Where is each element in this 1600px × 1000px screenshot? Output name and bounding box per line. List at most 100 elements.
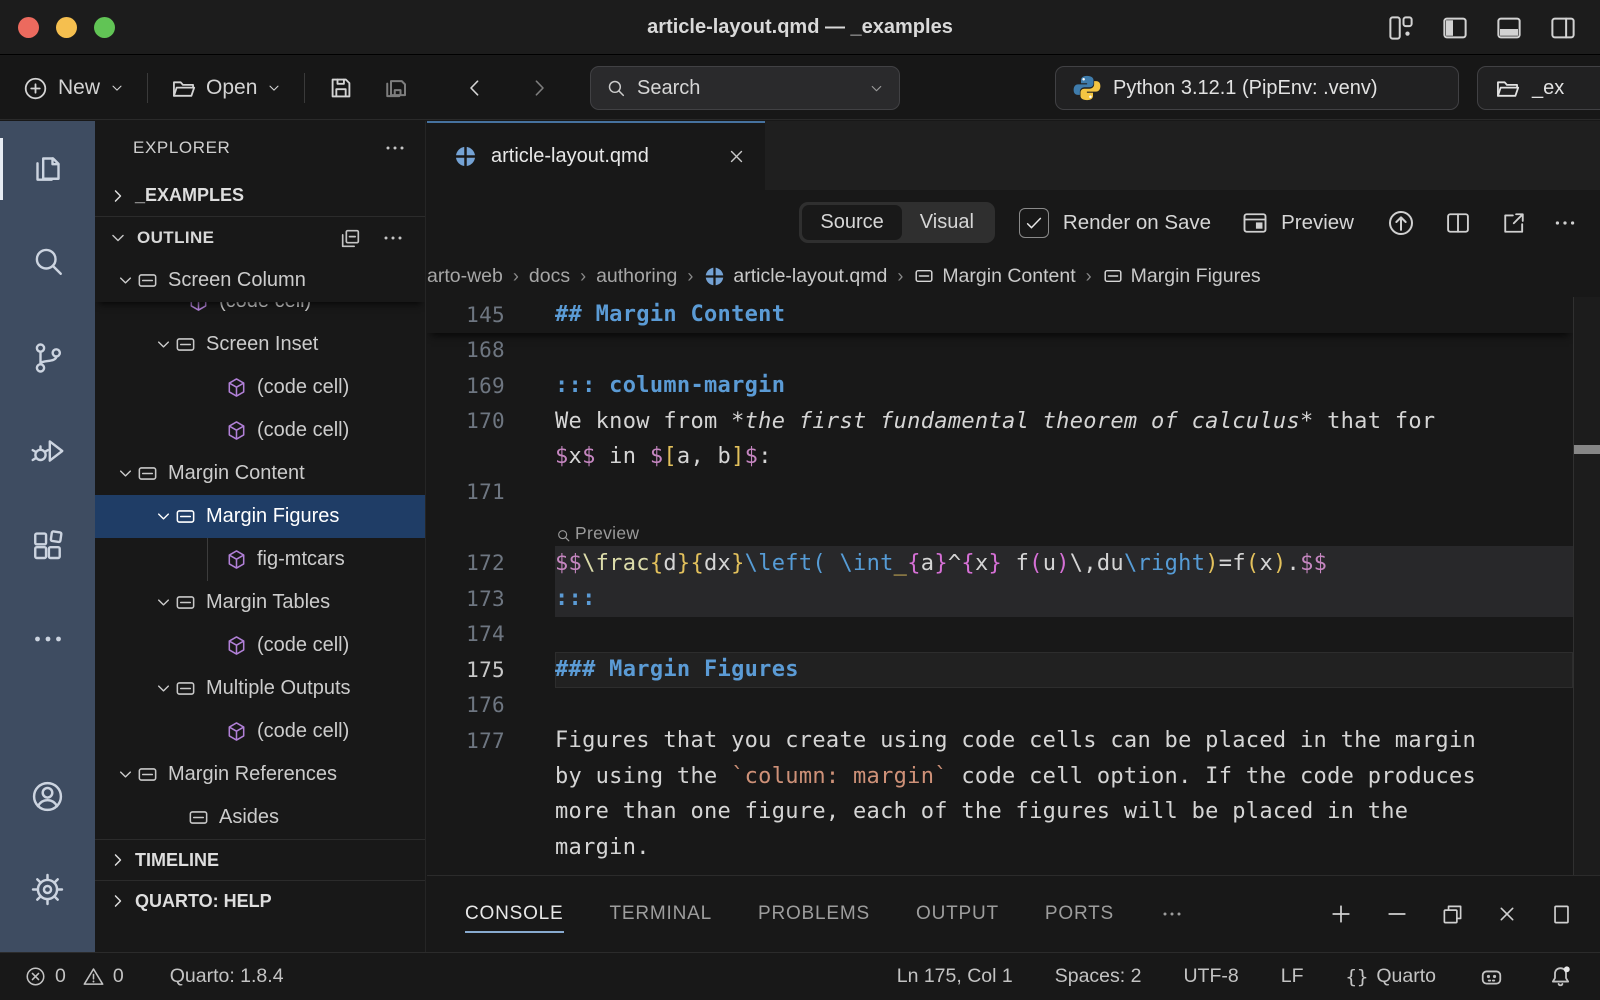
source-mode-button[interactable]: Source: [802, 205, 901, 240]
outline-item-screen-inset[interactable]: Screen Inset: [95, 323, 425, 366]
new-button[interactable]: New: [22, 75, 125, 102]
status-bar: 0 0 Quarto: 1.8.4 Ln 175, Col 1 Spaces: …: [0, 952, 1600, 1000]
code-line: $x$ in $[a, b]$:: [427, 439, 1573, 475]
outline-item-margin-content[interactable]: Margin Content: [95, 452, 425, 495]
split-editor-icon[interactable]: [1444, 209, 1472, 237]
activity-account-button[interactable]: [0, 757, 95, 835]
code-line: 173:::: [427, 581, 1573, 617]
toggle-secondary-sidebar-icon[interactable]: [1548, 13, 1578, 43]
section-icon: [174, 591, 197, 614]
project-button[interactable]: _ex: [1477, 66, 1600, 110]
panel-more-icon[interactable]: [1160, 902, 1184, 926]
outline-item--code-cell-[interactable]: (code cell): [95, 409, 425, 452]
maximize-panel-icon[interactable]: [1549, 902, 1574, 927]
minimize-panel-icon[interactable]: [1384, 901, 1410, 927]
render-on-save-checkbox[interactable]: [1019, 208, 1049, 238]
panel-tab-terminal[interactable]: TERMINAL: [610, 893, 712, 935]
activity-gear-button[interactable]: [0, 850, 95, 928]
open-external-icon[interactable]: [1500, 209, 1528, 237]
copilot-icon[interactable]: [1478, 963, 1505, 990]
activity-git-button[interactable]: [0, 319, 95, 397]
tab-article-layout[interactable]: article-layout.qmd: [427, 121, 765, 190]
editor-scrollbar[interactable]: [1573, 297, 1600, 875]
outline-item--code-cell-[interactable]: (code cell): [95, 624, 425, 667]
outline-item--code-cell-[interactable]: (code cell): [95, 366, 425, 409]
panel-tab-console[interactable]: CONSOLE: [465, 893, 564, 935]
breadcrumb-item[interactable]: docs: [529, 265, 570, 288]
customize-layout-icon[interactable]: [1386, 13, 1416, 43]
outline-item-asides[interactable]: Asides: [95, 796, 425, 839]
panel-tab-ports[interactable]: PORTS: [1045, 893, 1114, 935]
navigate-back-icon[interactable]: [463, 76, 487, 100]
search-input[interactable]: Search: [590, 66, 900, 110]
toggle-sidebar-icon[interactable]: [1440, 13, 1470, 43]
scrollbar-thumb[interactable]: [1574, 445, 1600, 454]
outline-more-icon[interactable]: [381, 226, 405, 251]
braces-icon: {}: [1345, 966, 1368, 988]
line-number: 175: [427, 658, 555, 682]
outline-item-screen-column[interactable]: Screen Column: [95, 259, 425, 302]
outline-item-margin-figures[interactable]: Margin Figures: [95, 495, 425, 538]
outline-section-header[interactable]: OUTLINE: [95, 216, 425, 259]
section-icon: [174, 505, 197, 528]
workspace-section[interactable]: _EXAMPLES: [95, 175, 425, 216]
toggle-panel-icon[interactable]: [1494, 13, 1524, 43]
line-number: 169: [427, 374, 555, 398]
breadcrumb-item[interactable]: article-layout.qmd: [703, 265, 887, 288]
activity-extensions-button[interactable]: [0, 507, 95, 585]
visual-mode-button[interactable]: Visual: [902, 205, 992, 240]
timeline-section[interactable]: TIMELINE: [95, 839, 425, 880]
activity-debug-button[interactable]: [0, 412, 95, 490]
outline-item-label: (code cell): [257, 376, 349, 399]
collapse-all-icon[interactable]: [338, 226, 363, 251]
code-editor[interactable]: 145## Margin Content168169::: column-mar…: [427, 297, 1573, 875]
code-cell-icon: [225, 548, 248, 571]
outline-item--code-cell-[interactable]: (code cell): [95, 710, 425, 753]
codelens-preview-icon: [555, 527, 572, 544]
section-icon: [1102, 265, 1124, 287]
quarto-help-section[interactable]: QUARTO: HELP: [95, 880, 425, 921]
problems-status[interactable]: 0 0: [24, 965, 124, 988]
breadcrumb-item[interactable]: arto-web: [427, 265, 503, 288]
explorer-more-icon[interactable]: [383, 136, 407, 160]
activity-kebab-button[interactable]: [0, 600, 95, 678]
breadcrumb-item[interactable]: Margin Content: [913, 265, 1075, 288]
navigate-forward-icon[interactable]: [527, 76, 551, 100]
close-tab-icon[interactable]: [726, 146, 747, 167]
preview-button[interactable]: Preview: [1281, 211, 1354, 235]
chevron-right-icon: [107, 185, 129, 207]
quarto-version-status[interactable]: Quarto: 1.8.4: [170, 965, 284, 988]
outline-item-multiple-outputs[interactable]: Multiple Outputs: [95, 667, 425, 710]
outline-item-margin-tables[interactable]: Margin Tables: [95, 581, 425, 624]
preview-icon[interactable]: [1241, 209, 1269, 237]
indentation-status[interactable]: Spaces: 2: [1055, 965, 1142, 988]
open-button[interactable]: Open: [170, 75, 282, 102]
editor-more-icon[interactable]: [1552, 210, 1578, 236]
language-mode-status[interactable]: {} Quarto: [1345, 965, 1436, 988]
activity-search-button[interactable]: [0, 222, 95, 300]
encoding-status[interactable]: UTF-8: [1183, 965, 1238, 988]
outline-item-label: fig-mtcars: [257, 548, 345, 571]
codelens-row[interactable]: Preview: [427, 510, 1573, 546]
save-icon[interactable]: [327, 74, 355, 102]
chevron-down-icon: [153, 678, 174, 699]
close-panel-icon[interactable]: [1495, 902, 1519, 926]
breadcrumb-item[interactable]: authoring: [596, 265, 677, 288]
cursor-position-status[interactable]: Ln 175, Col 1: [897, 965, 1013, 988]
breadcrumb-item[interactable]: Margin Figures: [1102, 265, 1261, 288]
restore-panel-icon[interactable]: [1440, 902, 1465, 927]
outline-item-margin-references[interactable]: Margin References: [95, 753, 425, 796]
publish-icon[interactable]: [1386, 208, 1416, 238]
section-icon: [174, 677, 197, 700]
save-all-icon[interactable]: [381, 73, 411, 103]
panel-tab-problems[interactable]: PROBLEMS: [758, 893, 870, 935]
notifications-bell-icon[interactable]: [1547, 963, 1574, 990]
new-console-icon[interactable]: [1328, 901, 1354, 927]
outline-item-fig-mtcars[interactable]: fig-mtcars: [95, 538, 425, 581]
panel-tab-output[interactable]: OUTPUT: [916, 893, 999, 935]
folder-icon: [1494, 75, 1521, 102]
eol-status[interactable]: LF: [1281, 965, 1304, 988]
interpreter-selector[interactable]: Python 3.12.1 (PipEnv: .venv): [1055, 66, 1459, 110]
chevron-down-icon: [868, 80, 885, 97]
activity-files-button[interactable]: [0, 130, 95, 208]
